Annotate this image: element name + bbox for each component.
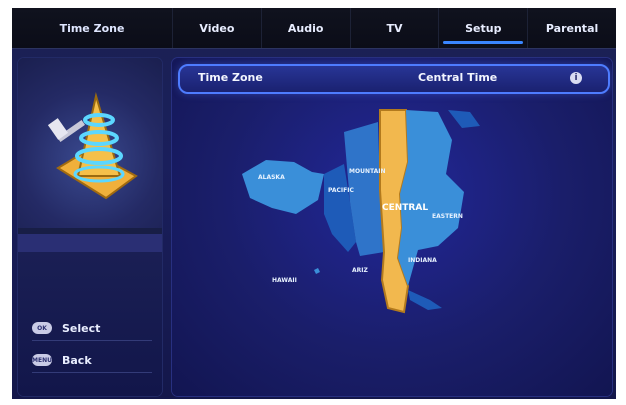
- map-islands: [448, 110, 480, 128]
- map-label-central: CENTRAL: [382, 203, 428, 213]
- map-caribbean: [408, 290, 442, 310]
- map-label-hawaii: HAWAII: [272, 277, 297, 284]
- menu-tabs: Video Audio TV Setup Parental: [172, 8, 616, 48]
- select-button-icon: OK: [32, 322, 52, 334]
- left-panel: OK Select MENU Back: [18, 58, 162, 396]
- map-label-pacific: PACIFIC: [328, 187, 354, 194]
- hint-back: MENU Back: [32, 348, 152, 373]
- hint-select-label: Select: [62, 321, 101, 335]
- hint-back-label: Back: [62, 353, 92, 367]
- tab-parental[interactable]: Parental: [527, 8, 616, 48]
- time-zone-value: Central Time: [418, 71, 498, 84]
- map-zone-alaska: [242, 160, 324, 214]
- info-icon: i: [570, 72, 582, 84]
- map-label-alaska: ALASKA: [258, 174, 285, 181]
- tab-tv[interactable]: TV: [349, 8, 439, 48]
- time-zone-map: ALASKA MOUNTAIN PACIFIC CENTRAL EASTERN …: [242, 109, 480, 314]
- hint-select: OK Select: [32, 316, 152, 341]
- map-label-indiana: INDIANA: [408, 257, 437, 264]
- tv-screen: Time Zone Video Audio TV Setup Parental: [12, 8, 616, 399]
- left-selection-bar: [18, 234, 162, 252]
- breadcrumb: Time Zone: [59, 21, 125, 35]
- tab-video[interactable]: Video: [172, 8, 261, 48]
- time-zone-setting-row[interactable]: Time Zone Central Time i: [178, 64, 610, 94]
- setup-icon: [47, 92, 138, 200]
- map-label-mountain: MOUNTAIN: [349, 168, 386, 175]
- tab-audio[interactable]: Audio: [260, 8, 350, 48]
- tab-setup[interactable]: Setup: [438, 8, 527, 48]
- menu-button-icon: MENU: [32, 354, 52, 366]
- main-panel: Time Zone Central Time i ALASKA MOUNTAIN…: [172, 58, 612, 396]
- map-zone-hawaii: [314, 268, 320, 274]
- map-label-ariz: ARIZ: [352, 267, 368, 274]
- top-menu-bar: Time Zone Video Audio TV Setup Parental: [12, 8, 616, 49]
- time-zone-label: Time Zone: [198, 71, 263, 84]
- hint-area: OK Select MENU Back: [18, 252, 162, 396]
- map-label-eastern: EASTERN: [432, 213, 463, 220]
- setup-icon-area: [18, 58, 162, 228]
